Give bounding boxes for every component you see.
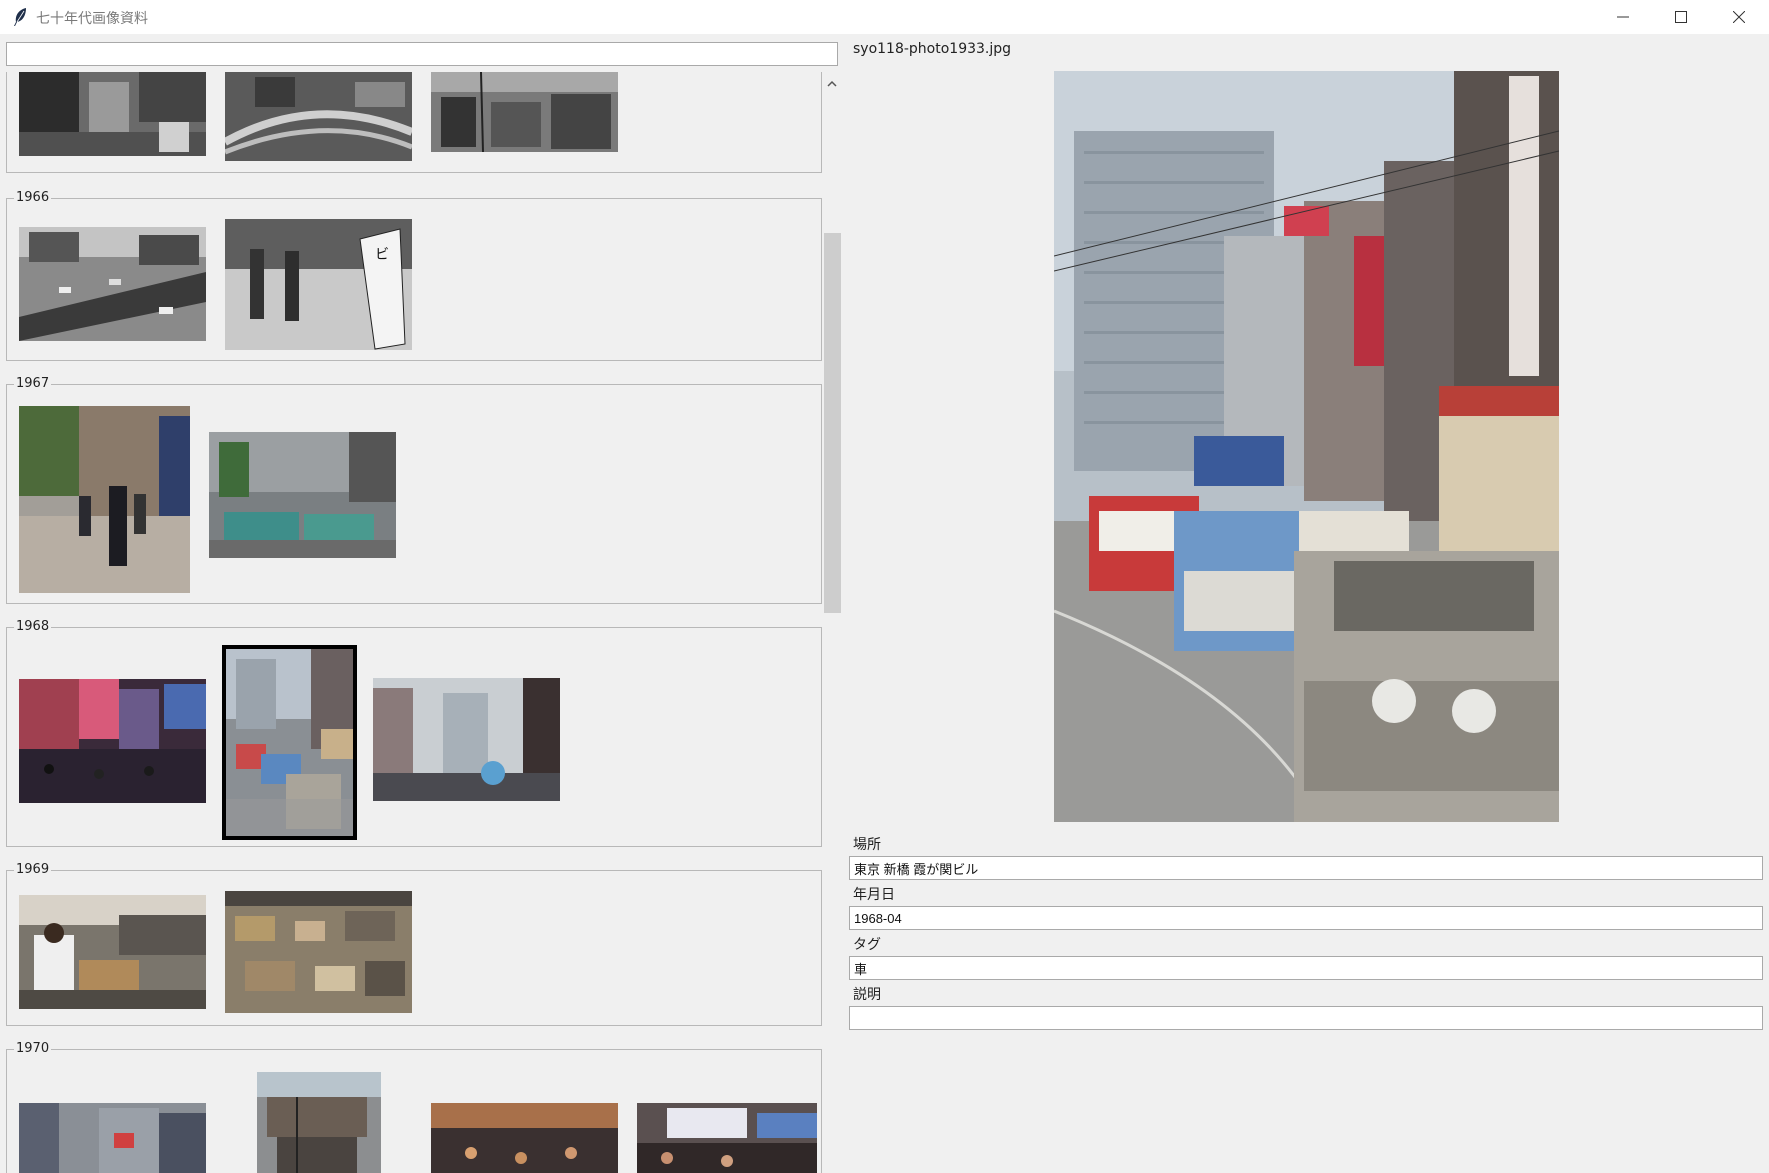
thumbnail[interactable] — [431, 1103, 618, 1173]
date-field[interactable] — [849, 906, 1763, 930]
thumbnail[interactable] — [209, 432, 396, 558]
thumbnail[interactable] — [19, 227, 206, 341]
thumbnail[interactable] — [225, 72, 412, 161]
year-group: 1967 — [6, 376, 822, 604]
minimize-button[interactable] — [1594, 0, 1652, 34]
tag-label: タグ — [853, 937, 881, 953]
close-icon — [1733, 11, 1745, 23]
thumbnail[interactable] — [19, 406, 190, 593]
year-label: 1968 — [14, 619, 52, 634]
description-label: 説明 — [853, 987, 881, 1003]
thumbnail[interactable] — [19, 1103, 206, 1173]
maximize-button[interactable] — [1652, 0, 1710, 34]
app-window: 七十年代画像資料 1966 ビ 1967 1968 1969 1970 syo1… — [0, 0, 1769, 1173]
year-label: 1966 — [14, 190, 52, 205]
thumbnail[interactable] — [19, 895, 206, 1009]
feather-icon — [12, 7, 28, 27]
scrollbar-thumb[interactable] — [824, 233, 841, 613]
minimize-icon — [1617, 16, 1629, 18]
location-label: 場所 — [853, 837, 881, 853]
image-filename: syo118-photo1933.jpg — [853, 41, 1012, 57]
title-bar: 七十年代画像資料 — [0, 0, 1769, 34]
location-field[interactable] — [849, 856, 1763, 880]
thumbnail[interactable] — [257, 1072, 381, 1173]
chevron-up-icon — [827, 80, 837, 87]
thumbnail[interactable]: ビ — [225, 219, 412, 350]
thumbnail[interactable] — [19, 679, 206, 803]
close-button[interactable] — [1710, 0, 1768, 34]
thumbnail[interactable] — [19, 72, 206, 156]
description-field[interactable] — [849, 1006, 1763, 1030]
thumbnail[interactable] — [431, 72, 618, 152]
date-label: 年月日 — [853, 887, 895, 903]
tag-field[interactable] — [849, 956, 1763, 980]
year-label: 1969 — [14, 862, 52, 877]
svg-text:ビ: ビ — [375, 247, 389, 263]
year-group: 1968 — [6, 619, 822, 847]
search-input[interactable] — [6, 42, 838, 66]
year-label: 1967 — [14, 376, 52, 391]
year-group: 1969 — [6, 862, 822, 1026]
scroll-up-button[interactable] — [824, 76, 840, 90]
year-group: 1966 ビ — [6, 190, 822, 361]
thumbnail[interactable] — [225, 891, 412, 1013]
year-group — [6, 72, 822, 173]
thumbnail[interactable] — [373, 678, 560, 801]
window-title: 七十年代画像資料 — [36, 11, 148, 27]
thumbnail[interactable] — [637, 1103, 817, 1173]
year-group: 1970 — [6, 1041, 822, 1173]
year-label: 1970 — [14, 1041, 52, 1056]
maximize-icon — [1675, 11, 1687, 23]
photo-preview — [1054, 71, 1559, 822]
thumbnail-gallery: 1966 ビ 1967 1968 1969 1970 — [0, 72, 822, 1173]
thumbnail-selected[interactable] — [222, 645, 357, 840]
